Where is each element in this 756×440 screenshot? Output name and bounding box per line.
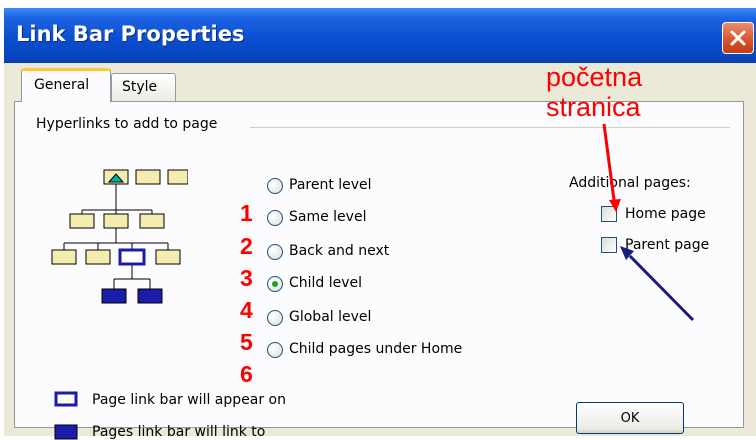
radio-button-icon-selected[interactable]	[267, 276, 283, 292]
annotation-number-1: 1	[240, 200, 253, 226]
hyperlinks-group-label: Hyperlinks to add to page	[36, 116, 218, 132]
annotation-text-line1: početna	[546, 62, 643, 92]
home-page-checkbox[interactable]	[601, 206, 617, 222]
radio-label: Back and next	[289, 243, 390, 259]
radio-button-icon[interactable]	[267, 310, 283, 326]
annotation-number-3: 3	[240, 265, 253, 291]
radio-label: Child pages under Home	[289, 341, 463, 357]
radio-button-icon[interactable]	[267, 210, 283, 226]
ok-button[interactable]: OK	[576, 402, 684, 434]
radio-button-icon[interactable]	[267, 342, 283, 358]
close-icon	[730, 30, 746, 46]
parent-page-label[interactable]: Parent page	[625, 237, 709, 253]
radio-label: Child level	[289, 275, 363, 291]
additional-pages-label: Additional pages:	[569, 175, 691, 191]
annotation-number-4: 4	[240, 297, 253, 323]
annotation-number-6: 6	[240, 361, 253, 387]
home-page-label[interactable]: Home page	[625, 206, 706, 222]
tab-style[interactable]: Style	[111, 73, 176, 101]
page-link-bar-legend-icon	[54, 391, 78, 407]
parent-page-checkbox[interactable]	[601, 237, 617, 253]
annotation-number-5: 5	[240, 329, 253, 355]
legend-page-link-bar: Page link bar will appear on	[92, 392, 286, 408]
site-structure-diagram	[51, 169, 188, 304]
radio-button-icon[interactable]	[267, 244, 283, 260]
radio-label: Global level	[289, 309, 372, 325]
radio-label: Parent level	[289, 177, 372, 193]
legend-linked-pages: Pages link bar will link to	[92, 424, 266, 440]
annotation-number-2: 2	[240, 233, 253, 259]
window-title: Link Bar Properties	[16, 22, 245, 46]
linked-pages-legend-icon	[54, 424, 78, 440]
tab-general[interactable]: General	[21, 68, 111, 102]
group-divider	[250, 127, 730, 128]
annotation-text-line2: stranica	[546, 92, 641, 122]
radio-selected-dot	[272, 281, 278, 287]
radio-label: Same level	[289, 209, 367, 225]
title-bar[interactable]: Link Bar Properties	[4, 8, 756, 63]
close-button[interactable]	[722, 22, 754, 54]
radio-button-icon[interactable]	[267, 178, 283, 194]
